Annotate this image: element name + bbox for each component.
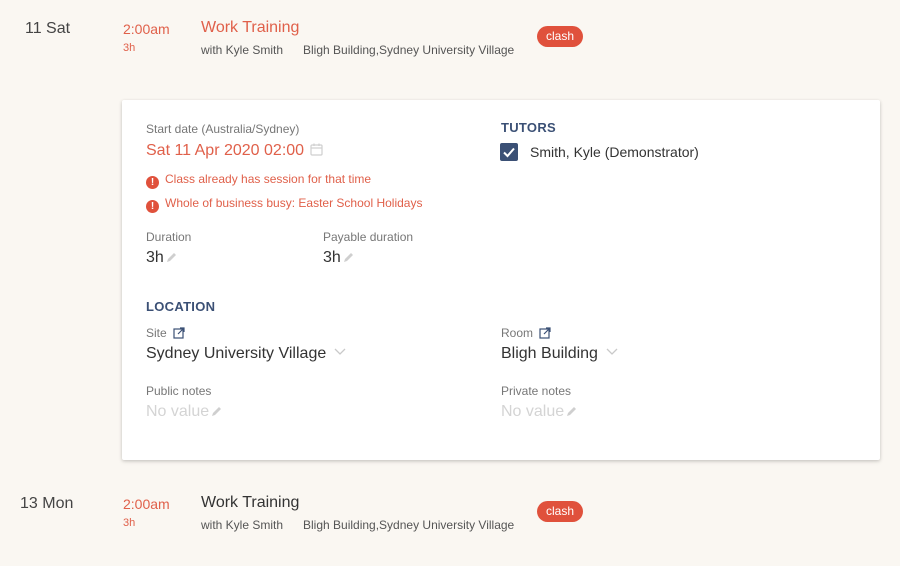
session-location: Bligh Building,Sydney University Village [303, 518, 515, 532]
private-notes-value: No value [501, 403, 565, 420]
error-icon: ! [146, 200, 159, 213]
start-date-value: Sat 11 Apr 2020 02:00 [146, 142, 305, 159]
duration-value: 3h [146, 249, 164, 266]
session-duration: 3h [123, 42, 136, 54]
session-detail-card: Start date (Australia/Sydney) Sat 11 Apr… [122, 100, 880, 460]
public-notes-label: Public notes [146, 384, 212, 398]
payable-duration-value: 3h [323, 249, 341, 266]
calendar-icon[interactable] [310, 143, 323, 156]
public-notes-value: No value [146, 403, 210, 420]
session-tutor: with Kyle Smith [201, 518, 284, 532]
external-link-icon[interactable] [173, 327, 185, 339]
room-value: Bligh Building [501, 345, 598, 362]
session-title[interactable]: Work Training [201, 19, 299, 37]
session-duration: 3h [123, 517, 136, 529]
session-date: 13 Mon [20, 495, 74, 512]
location-heading: LOCATION [146, 299, 216, 314]
tutors-heading: TUTORS [501, 120, 557, 135]
payable-duration-label: Payable duration [323, 230, 414, 244]
edit-pencil-icon[interactable] [343, 252, 354, 263]
clash-badge[interactable]: clash [537, 501, 584, 522]
start-date-field[interactable]: Sat 11 Apr 2020 02:00 [146, 142, 323, 160]
session-time: 2:00am [123, 496, 170, 512]
clash-badge[interactable]: clash [537, 26, 584, 47]
session-row[interactable]: 11 Sat 2:00am 3h Work Training with Kyle… [0, 0, 900, 60]
warning-message: ! Whole of business busy: Easter School H… [146, 196, 422, 213]
payable-duration-field[interactable]: 3h [323, 249, 354, 267]
site-label: Site [146, 326, 167, 340]
private-notes-label: Private notes [501, 384, 572, 398]
duration-label: Duration [146, 230, 192, 244]
session-row[interactable]: 13 Mon 2:00am 3h Work Training with Kyle… [0, 475, 900, 535]
error-icon: ! [146, 176, 159, 189]
edit-pencil-icon[interactable] [211, 406, 222, 417]
start-date-label: Start date (Australia/Sydney) [146, 122, 300, 136]
room-label: Room [501, 326, 534, 340]
duration-field[interactable]: 3h [146, 249, 177, 267]
external-link-icon[interactable] [539, 327, 551, 339]
edit-pencil-icon[interactable] [566, 406, 577, 417]
session-title[interactable]: Work Training [201, 494, 299, 512]
site-select[interactable]: Sydney University Village [146, 345, 346, 363]
edit-pencil-icon[interactable] [166, 252, 177, 263]
warning-message: ! Class already has session for that time [146, 172, 371, 189]
session-location: Bligh Building,Sydney University Village [303, 43, 515, 57]
chevron-down-icon [606, 348, 618, 355]
site-value: Sydney University Village [146, 345, 327, 362]
room-select[interactable]: Bligh Building [501, 345, 618, 363]
public-notes-field[interactable]: No value [146, 403, 222, 421]
private-notes-field[interactable]: No value [501, 403, 577, 421]
session-time: 2:00am [123, 21, 170, 37]
site-label-row: Site [146, 326, 185, 340]
chevron-down-icon [334, 348, 346, 355]
check-icon [503, 147, 515, 158]
session-tutor: with Kyle Smith [201, 43, 284, 57]
tutor-checkbox[interactable] [500, 143, 518, 161]
tutor-name[interactable]: Smith, Kyle (Demonstrator) [530, 144, 699, 160]
room-label-row: Room [501, 326, 551, 340]
session-date: 11 Sat [25, 20, 71, 37]
